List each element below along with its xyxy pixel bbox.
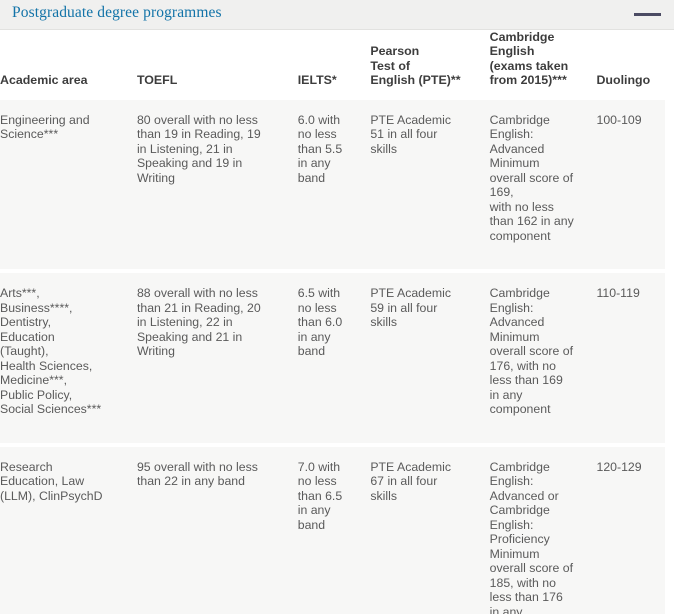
column-header-pte: Pearson Test of English (PTE)** — [370, 30, 490, 100]
english-requirements-table: Academic area TOEFL IELTS* Pearson Test … — [0, 30, 665, 614]
table-row: Engineering and Science*** 80 overall wi… — [0, 99, 665, 270]
cell-pte: PTE Academic 67 in all four skills — [370, 442, 490, 614]
cell-academic-area: Research Education, Law (LLM), ClinPsych… — [0, 442, 137, 614]
cell-academic-area: Arts***, Business****, Dentistry, Educat… — [0, 269, 137, 443]
table-header-row: Academic area TOEFL IELTS* Pearson Test … — [0, 30, 665, 100]
table-row: Research Education, Law (LLM), ClinPsych… — [0, 442, 665, 614]
cell-pte: PTE Academic 59 in all four skills — [370, 269, 490, 443]
panel-header[interactable]: Postgraduate degree programmes — [0, 0, 674, 30]
cell-cambridge-english: Cambridge English: Advanced Minimum over… — [489, 269, 597, 443]
cell-duolingo: 100-109 — [596, 99, 665, 270]
cell-academic-area: Engineering and Science*** — [0, 99, 137, 270]
cell-ielts: 6.0 with no less than 5.5 in any band — [297, 99, 371, 270]
cell-duolingo: 120-129 — [596, 442, 665, 614]
table-row: Arts***, Business****, Dentistry, Educat… — [0, 269, 665, 443]
cell-toefl: 80 overall with no less than 19 in Readi… — [136, 99, 298, 270]
cell-ielts: 7.0 with no less than 6.5 in any band — [297, 442, 371, 614]
cell-toefl: 88 overall with no less than 21 in Readi… — [136, 269, 298, 443]
cell-toefl: 95 overall with no less than 22 in any b… — [136, 442, 298, 614]
cell-cambridge-english: Cambridge English: Advanced Minimum over… — [489, 99, 597, 270]
collapse-panel-button[interactable] — [630, 0, 670, 30]
column-header-duolingo: Duolingo — [596, 30, 665, 100]
cell-cambridge-english: Cambridge English: Advanced or Cambridge… — [489, 442, 597, 614]
cell-pte: PTE Academic 51 in all four skills — [370, 99, 490, 270]
column-header-cambridge-english: Cambridge English (exams taken from 2015… — [489, 30, 597, 100]
cell-ielts: 6.5 with no less than 6.0 in any band — [297, 269, 371, 443]
panel-title: Postgraduate degree programmes — [12, 4, 222, 21]
column-header-ielts: IELTS* — [297, 30, 371, 100]
column-header-toefl: TOEFL — [136, 30, 298, 100]
cell-duolingo: 110-119 — [596, 269, 665, 443]
minus-icon — [634, 13, 661, 16]
column-header-academic-area: Academic area — [0, 30, 137, 100]
requirements-table-container: Academic area TOEFL IELTS* Pearson Test … — [0, 30, 674, 614]
